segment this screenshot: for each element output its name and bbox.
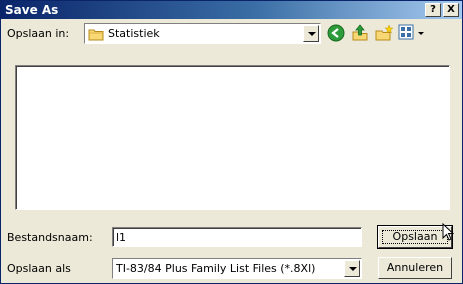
save-button[interactable]: Opslaan [377, 225, 453, 249]
up-folder-icon[interactable] [351, 24, 369, 45]
filename-value: l1 [116, 231, 127, 244]
lookin-dropdown[interactable]: Statistiek [84, 23, 321, 44]
filetype-dropdown-arrow[interactable] [344, 260, 360, 277]
cancel-button-label: Annuleren [386, 261, 444, 274]
focus-rectangle [382, 230, 448, 244]
file-list[interactable] [15, 65, 450, 210]
window-title: Save As [5, 3, 59, 17]
mouse-cursor-icon [442, 222, 455, 244]
filename-label: Bestandsnaam: [7, 231, 93, 244]
views-menu-icon[interactable] [398, 24, 424, 42]
lookin-label: Opslaan in: [7, 27, 70, 40]
title-bar[interactable]: Save As ? X [1, 1, 462, 19]
help-button[interactable]: ? [425, 3, 441, 17]
lookin-dropdown-arrow[interactable] [303, 25, 319, 42]
save-as-dialog: Save As ? X Opslaan in: Statistiek Besta… [0, 0, 463, 284]
folder-icon [88, 27, 104, 44]
close-button[interactable]: X [443, 3, 459, 17]
filetype-dropdown[interactable]: TI-83/84 Plus Family List Files (*.8Xl) [112, 258, 362, 279]
cancel-button[interactable]: Annuleren [378, 257, 452, 279]
filetype-label: Opslaan als [7, 262, 71, 275]
filename-input[interactable]: l1 [112, 227, 362, 247]
lookin-folder-name: Statistiek [108, 27, 160, 40]
back-icon[interactable] [327, 24, 345, 45]
filetype-value: TI-83/84 Plus Family List Files (*.8Xl) [116, 262, 316, 275]
new-folder-icon[interactable] [375, 24, 394, 45]
